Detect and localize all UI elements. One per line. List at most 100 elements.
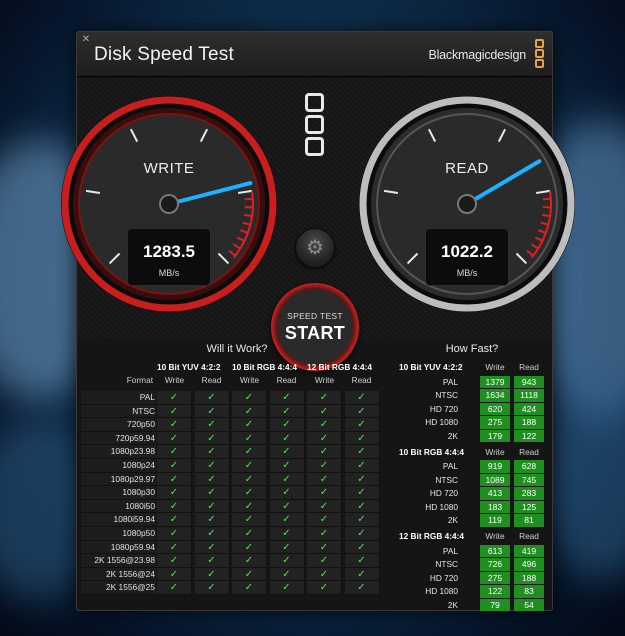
status-stack-icon	[305, 93, 325, 159]
check-icon: ✓	[307, 486, 342, 500]
check-icon: ✓	[194, 540, 230, 555]
check-icon: ✓	[344, 581, 380, 595]
check-icon: ✓	[157, 486, 192, 500]
read-speed-cell: 188	[514, 416, 544, 429]
start-button-caption: SPEED TEST	[287, 311, 343, 321]
speed-row: NTSC 1634 1118	[395, 389, 549, 403]
format-group-title: 12 Bit RGB 4:4:4	[307, 362, 373, 372]
format-name: 1080p30	[122, 487, 155, 498]
format-row: 720p50 ✓ ✓ ✓ ✓ ✓ ✓	[81, 418, 393, 432]
speed-row: NTSC 1089 745	[395, 473, 549, 488]
speed-format-name: NTSC	[435, 474, 458, 485]
check-icon: ✓	[269, 445, 305, 459]
check-icon: ✓	[307, 513, 342, 527]
write-speed-cell: 79	[480, 598, 510, 612]
speed-row: HD 720 620 424	[395, 402, 549, 417]
check-icon: ✓	[344, 567, 380, 582]
check-icon: ✓	[157, 527, 192, 541]
read-speed-cell: 943	[514, 375, 544, 389]
write-speed-cell: 413	[480, 487, 510, 500]
read-speed-cell: 54	[514, 598, 544, 612]
gauge-panel: WRITE 1283.5 MB/s ⚙ SPEED TEST START REA…	[61, 78, 575, 371]
read-speed-value: 1022.2	[441, 242, 493, 261]
read-gauge-label: READ	[445, 160, 489, 177]
format-group-title: 10 Bit YUV 4:2:2	[157, 362, 221, 372]
format-name: 720p50	[127, 419, 155, 430]
read-speed-cell: 628	[514, 460, 544, 473]
gauge-hub	[159, 194, 179, 214]
write-speed-cell: 122	[480, 585, 510, 598]
check-icon: ✓	[232, 554, 267, 568]
check-icon: ✓	[232, 499, 267, 514]
format-row: 1080p29.97 ✓ ✓ ✓ ✓ ✓ ✓	[81, 472, 393, 487]
format-name: 1080i59.94	[113, 514, 155, 525]
check-icon: ✓	[307, 499, 342, 514]
check-icon: ✓	[344, 431, 380, 446]
format-name: 2K 1556@23.98	[94, 555, 155, 566]
speed-row: 2K 179 122	[395, 429, 549, 444]
check-icon: ✓	[194, 472, 230, 487]
write-gauge-label: WRITE	[143, 160, 195, 177]
speed-group-title: 10 Bit RGB 4:4:4	[399, 446, 465, 457]
check-icon: ✓	[269, 499, 305, 514]
check-icon: ✓	[344, 527, 380, 541]
check-icon: ✓	[232, 581, 267, 595]
check-icon: ✓	[232, 418, 267, 432]
check-icon: ✓	[232, 540, 267, 555]
gauge-hub	[457, 194, 477, 214]
format-column-header: Format	[126, 375, 153, 385]
check-icon: ✓	[269, 391, 305, 405]
title-bar: ✕ Disk Speed Test Blackmagicdesign	[77, 32, 552, 77]
check-icon: ✓	[194, 418, 230, 432]
check-icon: ✓	[232, 459, 267, 473]
format-name: 2K 1556@25	[105, 582, 155, 593]
check-icon: ✓	[344, 472, 380, 487]
check-icon: ✓	[344, 554, 380, 568]
check-icon: ✓	[269, 472, 305, 487]
write-speed-cell: 179	[480, 429, 510, 443]
column-header: Read	[201, 375, 222, 385]
check-icon: ✓	[157, 445, 192, 459]
speed-row: 2K 119 81	[395, 514, 549, 528]
write-speed-cell: 1634	[480, 389, 510, 402]
write-speed-cell: 119	[480, 514, 510, 527]
format-row: 2K 1556@25 ✓ ✓ ✓ ✓ ✓ ✓	[81, 581, 393, 595]
format-row: 2K 1556@23.98 ✓ ✓ ✓ ✓ ✓ ✓	[81, 554, 393, 568]
app-title: Disk Speed Test	[94, 44, 234, 65]
speed-format-name: HD 1080	[425, 417, 458, 428]
check-icon: ✓	[269, 567, 305, 582]
read-speed-cell: 745	[514, 473, 544, 487]
format-name: 720p59.94	[115, 432, 155, 443]
check-icon: ✓	[344, 499, 380, 514]
check-icon: ✓	[344, 391, 380, 405]
check-icon: ✓	[307, 567, 342, 582]
check-icon: ✓	[344, 404, 380, 419]
check-icon: ✓	[269, 459, 305, 473]
brand-name: Blackmagicdesign	[428, 48, 526, 62]
speed-format-name: HD 720	[429, 403, 458, 414]
check-icon: ✓	[269, 404, 305, 419]
speed-row: PAL 919 628	[395, 460, 549, 474]
read-speed-cell: 283	[514, 487, 544, 500]
format-row: 1080i59.94 ✓ ✓ ✓ ✓ ✓ ✓	[81, 513, 393, 527]
check-icon: ✓	[194, 554, 230, 568]
check-icon: ✓	[232, 472, 267, 487]
speed-row: HD 720 275 188	[395, 571, 549, 586]
format-name: 1080p29.97	[110, 473, 155, 484]
speed-format-name: 2K	[447, 515, 458, 526]
read-column-header: Read	[519, 446, 539, 457]
close-icon[interactable]: ✕	[81, 35, 91, 45]
format-row: 1080p50 ✓ ✓ ✓ ✓ ✓ ✓	[81, 527, 393, 541]
column-header: Write	[314, 375, 335, 385]
settings-gear-button[interactable]: ⚙	[295, 228, 335, 268]
speed-format-name: HD 1080	[425, 501, 458, 512]
check-icon: ✓	[269, 486, 305, 500]
column-header: Write	[164, 375, 185, 385]
start-button[interactable]: SPEED TEST START	[271, 283, 359, 371]
check-icon: ✓	[157, 540, 192, 555]
write-speed-cell: 1089	[480, 473, 510, 487]
speed-format-name: 2K	[447, 599, 458, 610]
column-header: Read	[276, 375, 297, 385]
format-row: PAL ✓ ✓ ✓ ✓ ✓ ✓	[81, 391, 393, 405]
format-name: 1080p24	[122, 460, 155, 470]
